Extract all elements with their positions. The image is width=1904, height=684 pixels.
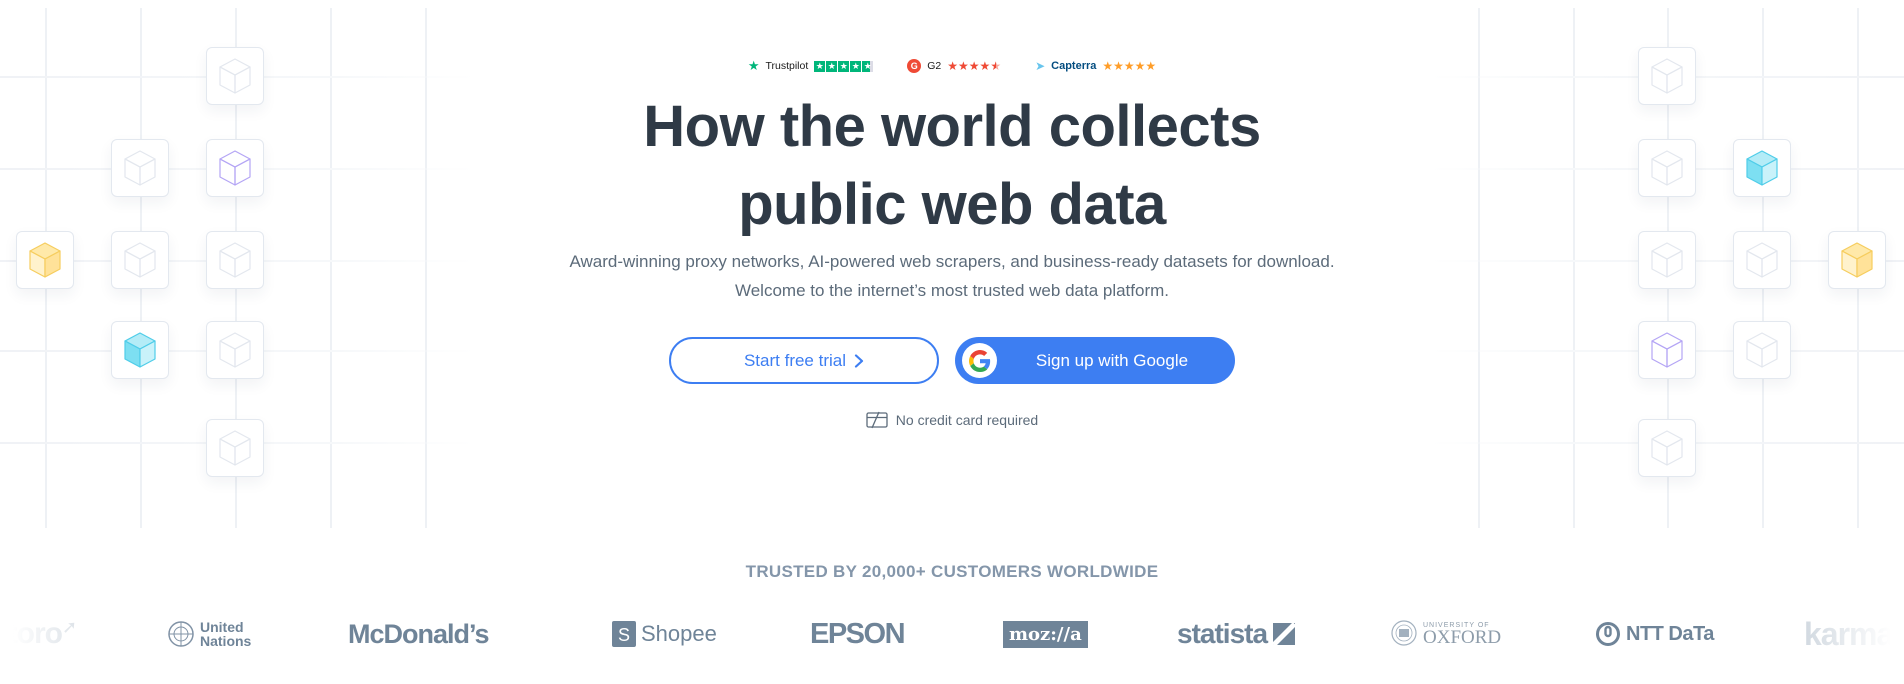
rating-name: Trustpilot [765,60,809,72]
page-title: How the world collects public web data [0,88,1904,244]
subtitle-line-2: Welcome to the internet’s most trusted w… [734,281,1170,300]
capterra-stars: ★★★★★ [1102,59,1157,73]
subtitle-line-1: Award-winning proxy networks, AI-powered… [569,252,1335,271]
title-line-1: How the world collects [643,94,1261,159]
google-button-label: Sign up with Google [1035,350,1189,370]
hero-subtitle: Award-winning proxy networks, AI-powered… [0,247,1904,305]
rating-trustpilot[interactable]: ★ Trustpilot ★ ★ ★ ★ ★ [747,58,874,74]
trustpilot-star-icon: ★ [747,58,760,73]
logo-united-nations: United Nations [166,612,251,656]
hero-section: ★ Trustpilot ★ ★ ★ ★ ★ G G2 ★★★★★ ➤ Capterra… [0,0,1904,530]
star-icon: ★ [814,60,826,72]
purple-cube-icon [1638,321,1696,379]
rating-name: Capterra [1051,60,1097,72]
g2-stars: ★★★★★ [947,59,1002,73]
un-emblem-icon [168,621,194,647]
gray-cube-icon [1733,321,1791,379]
trusted-heading: TRUSTED BY 20,000+ CUSTOMERS WORLDWIDE [745,562,1159,581]
capterra-logo-icon: ➤ [1035,59,1046,73]
start-free-trial-button[interactable]: Start free trial [669,337,939,384]
star-icon: ★ [862,60,874,72]
rating-capterra[interactable]: ➤ Capterra ★★★★★ [1035,59,1156,73]
star-icon: ★ [850,60,862,72]
logo-oxford: UNIVERSITY OF OXFORD [1390,612,1501,656]
cyan-cube-icon [111,321,169,379]
star-icon: ★ [838,60,850,72]
trustpilot-stars: ★ ★ ★ ★ ★ [814,60,874,72]
oxford-crest-icon [1391,620,1417,646]
g2-logo-icon: G [907,59,922,73]
chevron-right-icon [854,353,864,368]
logo-statista: statista [1177,612,1296,656]
title-line-2: public web data [738,172,1166,237]
customer-logos-strip: etoro➚ UnitedNations McDonald’s S Shopee… [0,612,1904,656]
sign-up-with-google-button[interactable]: Sign up with Google [955,337,1235,384]
statista-mark-icon [1273,623,1296,645]
no-credit-card-icon [866,411,888,429]
start-free-trial-label: Start free trial [743,350,847,370]
logo-fade-left [0,600,130,670]
logo-fade-right [1774,600,1904,670]
rating-g2[interactable]: G G2 ★★★★★ [907,59,1001,73]
logo-shopee: S Shopee [612,612,717,656]
logo-ntt-data: NTT DaTa [1595,612,1714,656]
gray-cube-icon [206,321,264,379]
no-credit-card-note: No credit card required [0,411,1904,429]
ntt-logo-icon [1596,622,1620,646]
logo-mozilla: moz://a [1003,612,1088,656]
ratings-bar: ★ Trustpilot ★ ★ ★ ★ ★ G G2 ★★★★★ ➤ Capterra… [0,58,1904,74]
star-icon: ★ [826,60,838,72]
logo-mcdonalds: McDonald’s [348,618,490,649]
rating-name: G2 [927,60,942,72]
google-g-icon [962,343,997,378]
no-credit-card-label: No credit card required [895,412,1039,428]
logo-epson: EPSON [810,617,906,650]
shopee-bag-icon: S [612,621,636,647]
